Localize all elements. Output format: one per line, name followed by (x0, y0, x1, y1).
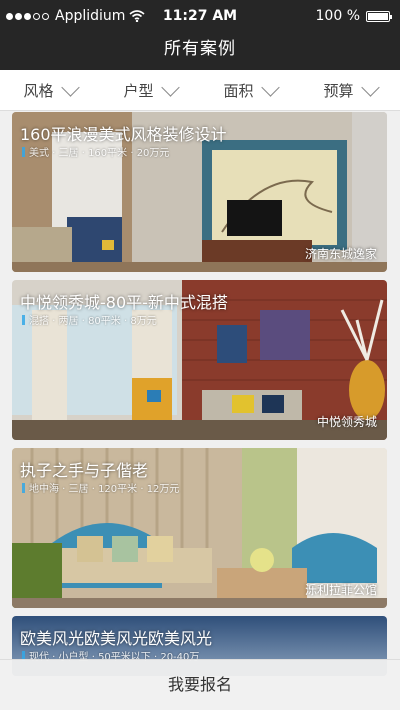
case-tags-text: 美式 · 三居 · 160平米 · 20万元 (29, 148, 170, 159)
filter-budget[interactable]: 预算 (300, 70, 400, 110)
case-title: 中悦领秀城-80平-新中式混搭 (20, 293, 228, 312)
filter-style[interactable]: 风格 (0, 70, 100, 110)
nav-bar: 所有案例 (0, 33, 400, 70)
chevron-down-icon (260, 77, 280, 97)
battery-group: 100 % (315, 8, 392, 24)
filter-label: 风格 (23, 81, 54, 100)
battery-label: 100 % (315, 8, 360, 24)
case-tags: 混搭 · 两居 · 80平米 · 8万元 (22, 312, 157, 327)
filter-label: 户型 (123, 81, 154, 100)
tag-marker (22, 482, 25, 493)
case-list: 160平浪漫美式风格装修设计 美式 · 三居 · 160平米 · 20万元 济南… (12, 112, 387, 684)
case-tags: 美式 · 三居 · 160平米 · 20万元 (22, 144, 169, 159)
filter-label: 预算 (323, 81, 354, 100)
filter-label: 面积 (223, 81, 254, 100)
case-tags: 地中海 · 三居 · 120平米 · 12万元 (22, 480, 179, 495)
status-bar: Applidium 11:27 AM 100 % (0, 0, 400, 33)
case-title: 执子之手与子偕老 (20, 461, 149, 480)
case-location: 泺利拉菲公馆 (304, 583, 377, 597)
case-location: 中悦领秀城 (316, 415, 377, 429)
case-card[interactable]: 执子之手与子偕老 地中海 · 三居 · 120平米 · 12万元 泺利拉菲公馆 (12, 448, 387, 608)
case-tags-text: 混搭 · 两居 · 80平米 · 8万元 (29, 316, 157, 327)
filter-area[interactable]: 面积 (200, 70, 300, 110)
chevron-down-icon (160, 77, 180, 97)
filter-bar: 风格 户型 面积 预算 (0, 70, 400, 111)
page-title: 所有案例 (164, 39, 236, 59)
tag-marker (22, 314, 25, 325)
chevron-down-icon (60, 77, 80, 97)
case-title: 160平浪漫美式风格装修设计 (20, 125, 227, 144)
case-location: 济南东城逸家 (304, 247, 377, 261)
case-title: 欧美风光欧美风光欧美风光 (20, 629, 213, 648)
filter-layout[interactable]: 户型 (100, 70, 200, 110)
case-card[interactable]: 160平浪漫美式风格装修设计 美式 · 三居 · 160平米 · 20万元 济南… (12, 112, 387, 272)
case-card[interactable]: 中悦领秀城-80平-新中式混搭 混搭 · 两居 · 80平米 · 8万元 中悦领… (12, 280, 387, 440)
signup-button[interactable]: 我要报名 (0, 659, 400, 710)
chevron-down-icon (360, 77, 380, 97)
case-tags-text: 地中海 · 三居 · 120平米 · 12万元 (29, 484, 180, 495)
battery-icon (366, 10, 392, 22)
tag-marker (22, 146, 25, 157)
